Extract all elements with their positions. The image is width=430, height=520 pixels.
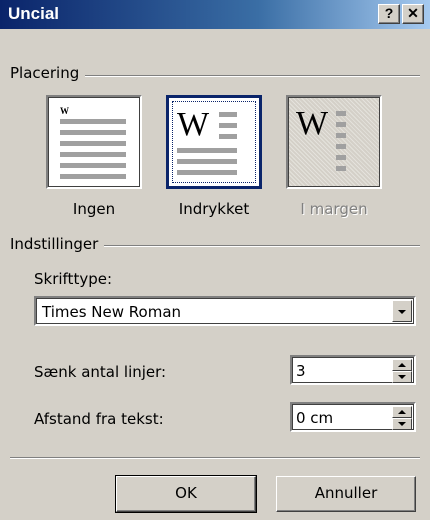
text-line	[336, 155, 346, 160]
drop-lines-spinner[interactable]: 3	[290, 355, 416, 385]
settings-group-title: Indstillinger	[10, 235, 105, 253]
window-title: Uncial	[8, 4, 60, 23]
text-line	[60, 141, 126, 146]
drop-lines-value: 3	[296, 362, 306, 380]
distance-down-button[interactable]	[392, 418, 412, 430]
text-line	[60, 119, 126, 124]
font-dropdown-button[interactable]	[392, 300, 412, 322]
cancel-button[interactable]: Annuller	[276, 476, 416, 512]
text-line	[60, 152, 126, 157]
placement-dropped-preview[interactable]: W	[166, 95, 262, 189]
text-line	[336, 144, 346, 149]
text-line	[60, 163, 126, 168]
font-label: Skrifttype:	[34, 270, 113, 288]
placement-margin-preview[interactable]: W	[286, 95, 382, 189]
spin-up-icon	[398, 410, 406, 414]
drop-lines-up-button[interactable]	[392, 359, 412, 371]
spin-down-icon	[398, 422, 406, 426]
text-line	[219, 134, 237, 139]
large-w-glyph: W	[177, 106, 210, 143]
title-bar: Uncial ? ✕	[0, 0, 430, 29]
distance-value: 0 cm	[296, 409, 334, 427]
font-select-value: Times New Roman	[42, 303, 182, 321]
distance-spinner[interactable]: 0 cm	[290, 402, 416, 432]
text-line	[177, 170, 237, 175]
distance-label: Afstand fra tekst:	[34, 410, 164, 428]
placement-none-preview[interactable]: W	[46, 95, 142, 189]
text-line	[336, 122, 346, 127]
ok-button[interactable]: OK	[115, 475, 257, 513]
placement-group-title: Placering	[10, 64, 86, 82]
help-button[interactable]: ?	[378, 4, 400, 24]
large-w-glyph: W	[296, 105, 329, 142]
spin-down-icon	[398, 375, 406, 379]
text-line	[219, 123, 237, 128]
text-line	[60, 130, 126, 135]
text-line	[336, 166, 346, 171]
drop-lines-down-button[interactable]	[392, 371, 412, 383]
drop-lines-label: Sænk antal linjer:	[34, 363, 167, 381]
text-line	[219, 112, 237, 117]
chevron-down-icon	[398, 310, 406, 314]
text-line	[336, 133, 346, 138]
spin-up-icon	[398, 363, 406, 367]
text-line	[177, 159, 237, 164]
text-line	[177, 148, 237, 153]
placement-margin-label: I margen	[300, 200, 368, 218]
text-line	[336, 111, 346, 116]
distance-up-button[interactable]	[392, 406, 412, 418]
font-select[interactable]: Times New Roman	[34, 296, 416, 326]
placement-dropped-label[interactable]: Indrykket	[156, 200, 272, 218]
text-line	[60, 174, 126, 179]
small-w-glyph: W	[60, 106, 69, 116]
close-button[interactable]: ✕	[402, 4, 424, 24]
footer-separator	[10, 457, 420, 459]
placement-none-label[interactable]: Ingen	[46, 200, 142, 218]
